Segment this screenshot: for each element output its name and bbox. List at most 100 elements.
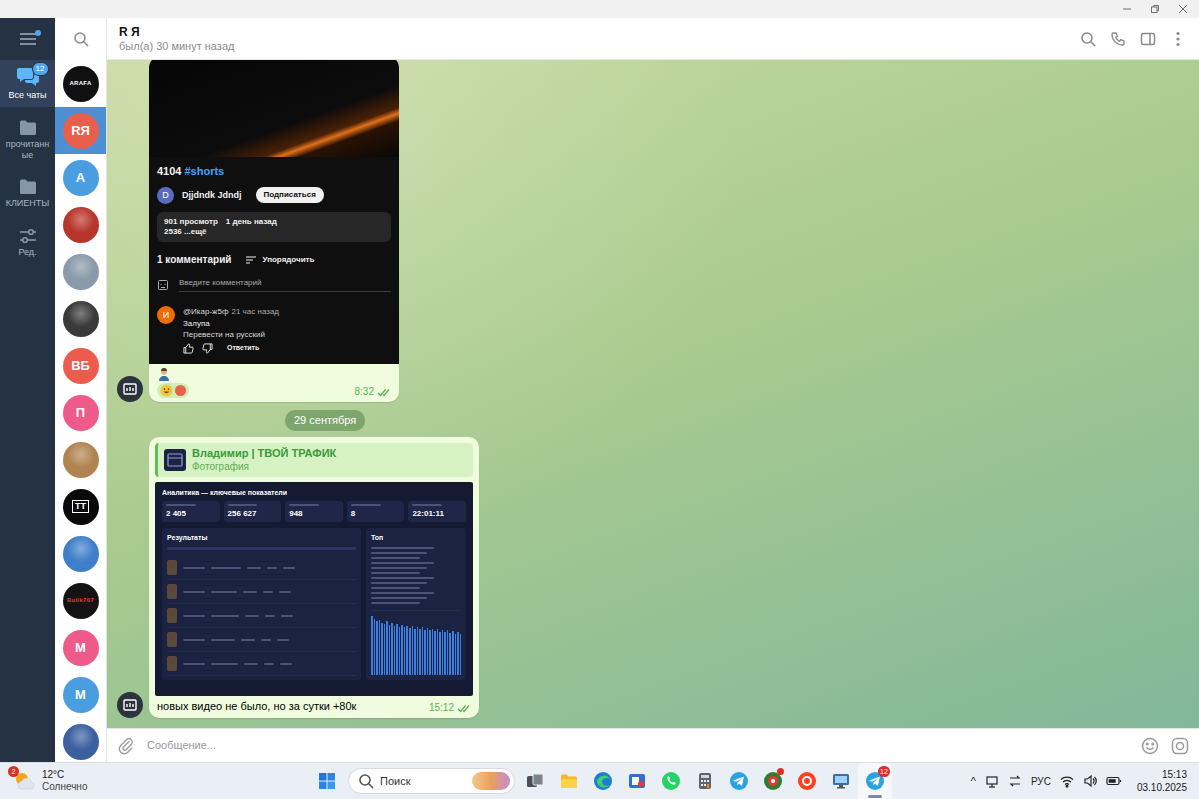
chat-avatar[interactable] [63,254,99,290]
folder-label[interactable]: прочитанные [3,139,52,161]
taskbar-app[interactable]: 12 [858,763,892,799]
minimize-icon[interactable] [1113,0,1141,18]
chat-header-text[interactable]: R Ябыл(а) 30 минут назад [119,25,1073,53]
folder-label[interactable]: Ред. [3,247,52,258]
folder-item[interactable]: 12Все чаты [0,60,55,107]
view-count: 901 просмотр [164,217,218,227]
speaker-icon[interactable] [1083,774,1097,788]
folder-item[interactable]: Ред. [0,221,55,264]
taskview-icon[interactable] [525,771,545,791]
chat-avatar[interactable] [63,442,99,478]
chat-list-item[interactable]: TT [55,483,106,530]
edge-icon[interactable] [593,771,613,791]
taskbar-app[interactable] [518,763,552,799]
taskbar-app[interactable] [824,763,858,799]
weather-widget[interactable]: 212°CСолнечно [0,769,312,793]
menu-button[interactable] [0,18,55,60]
menu-icon[interactable] [19,32,37,46]
sender-avatar-icon[interactable] [117,376,143,402]
chat-list-item[interactable] [55,295,106,342]
chat-title[interactable]: R Я [119,25,1073,39]
chat-list-item[interactable]: RЯ [55,107,106,154]
folder-item[interactable]: КЛИЕНТЫ [0,172,55,215]
chat-avatar[interactable]: А [63,160,99,196]
sync-arrows-icon[interactable] [1008,774,1022,788]
chat-list-item[interactable]: П [55,389,106,436]
chat-avatar[interactable]: ARAFA [63,66,99,102]
grinning-face-icon[interactable] [160,384,173,397]
dashboard-screenshot[interactable]: Аналитика — ключевые показатели2 405256 … [155,482,473,696]
taskbar-app[interactable] [654,763,688,799]
taskbar-search[interactable]: Поиск [348,768,515,794]
chat-avatar[interactable] [63,301,99,337]
search-icon[interactable] [1073,24,1103,54]
chat-list-item[interactable]: А [55,154,106,201]
input-language[interactable]: РУС [1031,774,1051,789]
battery-icon[interactable] [1106,774,1122,788]
sliders-icon[interactable] [18,227,38,245]
message-bubble[interactable]: 4104#shortsDDjjdndk JdndjПодписаться901 … [149,60,399,402]
restore-icon[interactable] [1141,0,1169,18]
chat-list-item[interactable] [55,530,106,577]
tray-overflow[interactable]: ^ [971,773,976,790]
chat-avatar[interactable]: Bulik707 [63,583,99,619]
emoji-icon[interactable] [1141,737,1159,755]
chat-list-item[interactable] [55,718,106,762]
taskbar-app[interactable] [790,763,824,799]
folder-item[interactable]: прочитанные [0,113,55,167]
paperclip-icon[interactable] [117,737,135,755]
chat-avatar[interactable]: RЯ [63,113,99,149]
folder-icon[interactable] [18,178,38,196]
search-label[interactable]: Поиск [380,773,466,790]
chat-list-item[interactable]: М [55,624,106,671]
remote-icon[interactable] [831,771,851,791]
calculator-icon[interactable] [695,771,715,791]
folder-label[interactable]: Все чаты [3,90,52,101]
message-input[interactable] [147,737,1129,754]
chat-list-item[interactable]: Bulik707 [55,577,106,624]
sender-avatar-icon[interactable] [117,692,143,718]
taskbar-app[interactable] [688,763,722,799]
windows-start-icon[interactable] [312,763,342,799]
sidebar-icon[interactable] [1133,24,1163,54]
chat-avatar[interactable] [63,536,99,572]
close-icon[interactable] [1169,0,1197,18]
chat-list-item[interactable] [55,201,106,248]
chat-avatar[interactable]: TT [63,489,99,525]
folder-label[interactable]: КЛИЕНТЫ [3,198,52,209]
search-button[interactable] [55,18,106,60]
chat-avatar[interactable]: М [63,677,99,713]
chat-list-item[interactable]: ARAFA [55,60,106,107]
taskbar-app[interactable] [756,763,790,799]
video-message-icon[interactable] [1171,737,1189,755]
taskbar-app[interactable] [586,763,620,799]
folder-icon[interactable] [18,119,38,137]
yandex-icon[interactable] [797,771,817,791]
phone-icon[interactable] [1103,24,1133,54]
taskbar-app[interactable] [552,763,586,799]
device-icon[interactable] [985,774,999,788]
taskbar-app[interactable] [722,763,756,799]
chat-list-item[interactable] [55,248,106,295]
chat-list-item[interactable]: М [55,671,106,718]
chat-avatar[interactable] [63,724,99,760]
chat-avatar[interactable]: М [63,630,99,666]
chat-list-item[interactable] [55,436,106,483]
taskbar-app[interactable] [620,763,654,799]
telegram-icon[interactable] [729,771,749,791]
more-icon[interactable] [1163,24,1193,54]
media-icon[interactable] [627,771,647,791]
wifi-icon[interactable] [1060,774,1074,788]
chat-avatar[interactable]: П [63,395,99,431]
search-icon[interactable] [73,31,89,47]
reaction[interactable] [157,383,189,398]
clock[interactable]: 15:1303.10.2025 [1137,768,1187,794]
explorer-icon[interactable] [559,771,579,791]
chat-avatar[interactable]: ВБ [63,348,99,384]
search-icon[interactable] [358,773,374,789]
forward-header[interactable]: Владимир | ТВОЙ ТРАФИКФотография [155,443,473,477]
chat-avatar[interactable] [63,207,99,243]
message-bubble[interactable]: Владимир | ТВОЙ ТРАФИКФотография Аналитик… [149,437,479,718]
chat-list-item[interactable]: ВБ [55,342,106,389]
whatsapp-icon[interactable] [661,771,681,791]
